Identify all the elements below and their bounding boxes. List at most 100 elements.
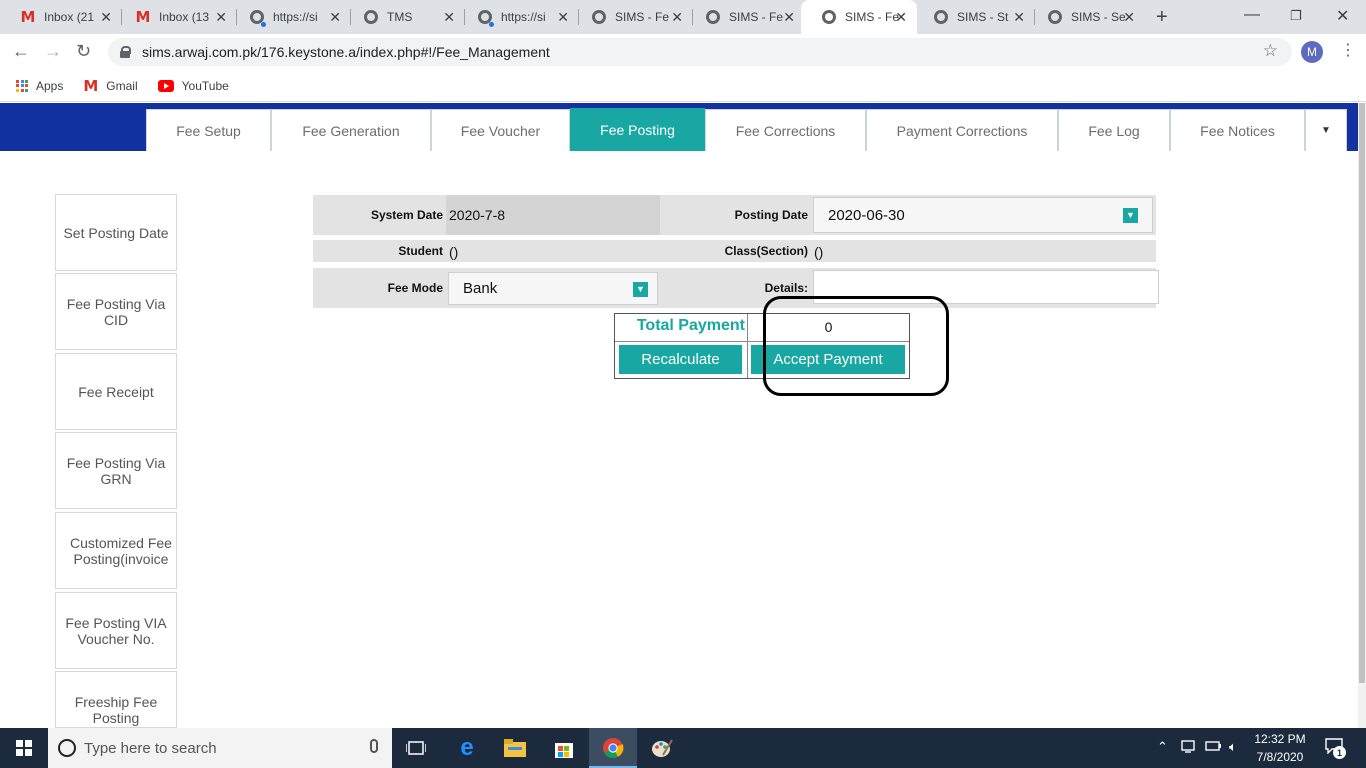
close-tab-icon[interactable]: ✕ — [443, 9, 455, 25]
bookmark-gmail[interactable]: M Gmail — [83, 77, 137, 95]
file-explorer-icon[interactable] — [491, 728, 539, 768]
sidebar-item-fee-posting-via-grn[interactable]: Fee Posting Via GRN — [55, 432, 177, 509]
minimize-icon[interactable]: — — [1244, 6, 1260, 24]
content-panel — [13, 151, 1347, 728]
edge-browser-icon[interactable]: e — [443, 728, 491, 768]
browser-tab-active[interactable]: SIMS - Fe ✕ — [801, 0, 917, 34]
browser-tab[interactable]: M Inbox (21 ✕ — [0, 0, 122, 34]
sidebar-item-freeship-fee-posting[interactable]: Freeship Fee Posting — [55, 671, 177, 728]
gmail-icon: M — [135, 8, 151, 26]
task-view-icon[interactable] — [392, 728, 440, 768]
windows-start-icon[interactable] — [0, 728, 48, 768]
reload-icon[interactable]: ↻ — [76, 41, 91, 62]
close-tab-icon[interactable]: ✕ — [557, 9, 569, 25]
browser-tab[interactable]: M Inbox (13 ✕ — [115, 0, 237, 34]
browser-menu-icon[interactable]: ⋮ — [1340, 40, 1356, 60]
bookmark-apps[interactable]: Apps — [16, 79, 63, 93]
browser-tab[interactable]: TMS ✕ — [343, 0, 465, 34]
browser-tab[interactable]: SIMS - St ✕ — [913, 0, 1035, 34]
windows-taskbar: Type here to search e ⌃ 🔈︎ 12:32 PM 7/8/… — [0, 728, 1366, 768]
battery-plug-icon[interactable] — [1205, 739, 1223, 756]
apps-grid-icon — [16, 79, 28, 92]
scrollbar-thumb[interactable] — [1359, 103, 1365, 683]
youtube-icon — [157, 79, 174, 92]
total-payment-label: Total Payment — [636, 317, 745, 334]
browser-tab[interactable]: https://si ✕ — [457, 0, 579, 34]
close-tab-icon[interactable]: ✕ — [215, 9, 227, 25]
posting-date-select[interactable]: 2020-06-30 ▼ — [813, 197, 1153, 233]
bookmark-youtube[interactable]: YouTube — [157, 79, 229, 93]
network-icon[interactable] — [1181, 739, 1197, 756]
paint-icon[interactable] — [638, 728, 686, 768]
student-value: () — [449, 244, 459, 260]
gmail-icon: M — [83, 76, 99, 95]
microphone-icon[interactable] — [370, 739, 378, 753]
annotation-circle — [763, 296, 949, 396]
bookmark-label: Apps — [36, 78, 64, 93]
more-tabs-dropdown[interactable]: ▼ — [1305, 109, 1347, 151]
clock-time: 12:32 PM — [1254, 732, 1306, 746]
tab-fee-corrections[interactable]: Fee Corrections — [705, 109, 866, 151]
posting-date-label: Posting Date — [734, 208, 808, 222]
new-tab-button[interactable]: + — [1156, 6, 1168, 29]
close-tab-icon[interactable]: ✕ — [1013, 9, 1025, 25]
tab-fee-notices[interactable]: Fee Notices — [1170, 109, 1305, 151]
page-scrollbar[interactable] — [1358, 103, 1366, 728]
show-hidden-icons-icon[interactable]: ⌃ — [1157, 739, 1168, 755]
close-window-icon[interactable]: ✕ — [1336, 6, 1349, 26]
taskbar-clock[interactable]: 12:32 PM 7/8/2020 — [1248, 730, 1312, 766]
fee-mode-label: Fee Mode — [387, 281, 443, 295]
browser-tab[interactable]: SIMS - Fe ✕ — [571, 0, 693, 34]
globe-icon — [591, 9, 607, 25]
profile-avatar[interactable]: M — [1301, 41, 1323, 63]
chrome-icon[interactable] — [589, 728, 637, 768]
recalculate-button[interactable]: Recalculate — [619, 345, 742, 374]
volume-icon[interactable]: 🔈︎ — [1229, 739, 1237, 755]
browser-tab-title: TMS — [387, 10, 413, 24]
browser-tab-title: https://si — [273, 10, 318, 24]
browser-tab[interactable]: SIMS - Fe ✕ — [685, 0, 805, 34]
browser-tab-title: SIMS - Fe — [615, 10, 669, 24]
chevron-down-icon: ▼ — [1123, 208, 1138, 223]
tab-fee-log[interactable]: Fee Log — [1058, 109, 1170, 151]
taskbar-search-placeholder: Type here to search — [84, 739, 217, 757]
back-arrow-icon[interactable]: ← — [12, 41, 30, 62]
system-date-label: System Date — [370, 208, 443, 222]
loading-dot-icon — [489, 22, 494, 27]
tab-fee-generation[interactable]: Fee Generation — [271, 109, 431, 151]
sidebar-item-fee-posting-via-cid[interactable]: Fee Posting Via CID — [55, 273, 177, 350]
close-tab-icon[interactable]: ✕ — [895, 9, 907, 25]
tab-fee-setup[interactable]: Fee Setup — [146, 109, 271, 151]
address-bar[interactable]: sims.arwaj.com.pk/176.keystone.a/index.p… — [108, 38, 1292, 66]
lock-icon — [120, 46, 131, 58]
tab-fee-posting[interactable]: Fee Posting — [570, 108, 705, 151]
tab-payment-corrections[interactable]: Payment Corrections — [866, 109, 1058, 151]
fee-mode-select[interactable]: Bank ▼ — [448, 272, 658, 305]
close-tab-icon[interactable]: ✕ — [1123, 9, 1135, 25]
browser-tab[interactable]: SIMS - Se ✕ — [1027, 0, 1145, 34]
posting-date-value: 2020-06-30 — [828, 206, 905, 224]
browser-tab-title: SIMS - Se — [1071, 10, 1125, 24]
student-label: Student — [398, 244, 443, 258]
search-icon — [58, 739, 76, 757]
sidebar-item-fee-receipt[interactable]: Fee Receipt — [55, 353, 177, 430]
tab-fee-voucher[interactable]: Fee Voucher — [431, 109, 570, 151]
taskbar-search-box[interactable]: Type here to search — [48, 728, 392, 768]
sidebar-item-fee-posting-via-voucher[interactable]: Fee Posting VIA Voucher No. — [55, 592, 177, 669]
globe-icon — [1047, 9, 1063, 25]
close-tab-icon[interactable]: ✕ — [100, 9, 112, 25]
close-tab-icon[interactable]: ✕ — [783, 9, 795, 25]
store-icon[interactable] — [540, 728, 588, 768]
restore-icon[interactable]: ❐ — [1290, 8, 1302, 24]
sidebar-item-customized-fee-posting[interactable]: Customized Fee Posting(invoice — [55, 512, 177, 589]
forward-arrow-icon[interactable]: → — [44, 41, 62, 62]
bookmark-label: Gmail — [106, 78, 138, 93]
close-tab-icon[interactable]: ✕ — [671, 9, 683, 25]
globe-icon — [363, 9, 379, 25]
browser-tab-title: SIMS - Fe — [845, 10, 899, 24]
sidebar-item-set-posting-date[interactable]: Set Posting Date — [55, 194, 177, 271]
close-tab-icon[interactable]: ✕ — [329, 9, 341, 25]
browser-tab-title: SIMS - St — [957, 10, 1009, 24]
browser-tab[interactable]: https://si ✕ — [229, 0, 351, 34]
bookmark-star-icon[interactable]: ☆ — [1263, 41, 1278, 61]
